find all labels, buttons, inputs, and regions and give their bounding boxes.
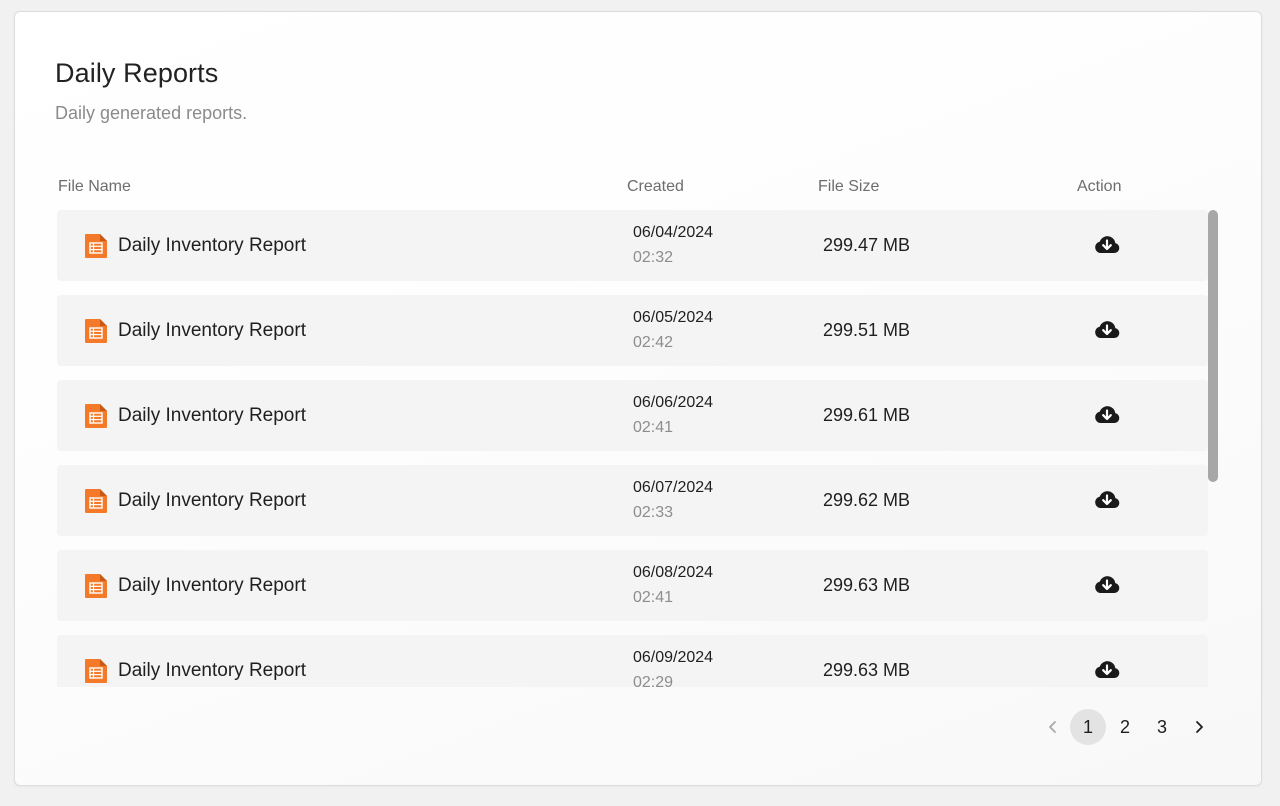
file-name: Daily Inventory Report [118,575,306,596]
table-row[interactable]: Daily Inventory Report 06/04/2024 02:32 299… [57,210,1208,281]
table-row[interactable]: Daily Inventory Report 06/05/2024 02:42 299… [57,295,1208,366]
table-row[interactable]: Daily Inventory Report 06/09/2024 02:29 299… [57,635,1208,687]
scrollbar-thumb[interactable] [1208,210,1218,482]
file-name: Daily Inventory Report [118,235,306,256]
created-time: 02:41 [633,589,674,606]
created-date: 06/08/2024 [633,564,714,581]
created-time: 02:32 [633,249,674,266]
cloud-download-icon[interactable] [1093,233,1121,257]
spreadsheet-file-icon [85,489,107,513]
table-row[interactable]: Daily Inventory Report 06/06/2024 02:41 299… [57,380,1208,451]
page-subtitle: Daily generated reports. [55,103,248,123]
file-name: Daily Inventory Report [118,490,306,511]
spreadsheet-file-icon [85,319,107,343]
column-header-file-name: File Name [58,178,131,195]
page-button-1[interactable]: 1 [1070,709,1106,745]
file-name: Daily Inventory Report [118,405,306,426]
spreadsheet-file-icon [85,659,107,683]
spreadsheet-file-icon [85,404,107,428]
created-time: 02:42 [633,334,674,351]
file-name: Daily Inventory Report [118,320,306,341]
file-size: 299.51 MB [823,320,911,340]
reports-card: Daily Reports Daily generated reports. F… [14,11,1262,786]
page-title: Daily Reports [55,58,219,88]
report-list-inner: Daily Inventory Report 06/04/2024 02:32 299… [57,210,1208,687]
column-header-file-size: File Size [818,178,880,195]
spreadsheet-file-icon [85,574,107,598]
file-size: 299.62 MB [823,490,911,510]
page-button-3[interactable]: 3 [1144,709,1180,745]
cloud-download-icon[interactable] [1093,658,1121,682]
page-button-2[interactable]: 2 [1107,709,1143,745]
created-time: 02:29 [633,674,674,687]
chevron-right-icon [1196,721,1203,733]
spreadsheet-file-icon [85,234,107,258]
table-row[interactable]: Daily Inventory Report 06/07/2024 02:33 299… [57,465,1208,536]
table-row[interactable]: Daily Inventory Report 06/08/2024 02:41 299… [57,550,1208,621]
created-time: 02:41 [633,419,674,436]
file-size: 299.63 MB [823,660,911,680]
file-name: Daily Inventory Report [118,660,306,681]
created-date: 06/04/2024 [633,224,714,241]
created-date: 06/06/2024 [633,394,714,411]
column-header-action: Action [1077,178,1122,195]
created-date: 06/09/2024 [633,649,714,666]
table-header: File Name Created File Size Action [15,178,1261,198]
cloud-download-icon[interactable] [1093,403,1121,427]
cloud-download-icon[interactable] [1093,318,1121,342]
file-size: 299.47 MB [823,235,911,255]
cloud-download-icon[interactable] [1093,573,1121,597]
file-size: 299.63 MB [823,575,911,595]
report-list[interactable]: Daily Inventory Report 06/04/2024 02:32 299… [57,210,1221,687]
file-size: 299.61 MB [823,405,911,425]
cloud-download-icon[interactable] [1093,488,1121,512]
column-header-created: Created [627,178,684,195]
created-date: 06/07/2024 [633,479,714,496]
next-page-button[interactable] [1181,709,1217,745]
chevron-left-icon [1049,721,1056,733]
created-date: 06/05/2024 [633,309,714,326]
created-time: 02:33 [633,504,674,521]
previous-page-button[interactable] [1035,709,1071,745]
